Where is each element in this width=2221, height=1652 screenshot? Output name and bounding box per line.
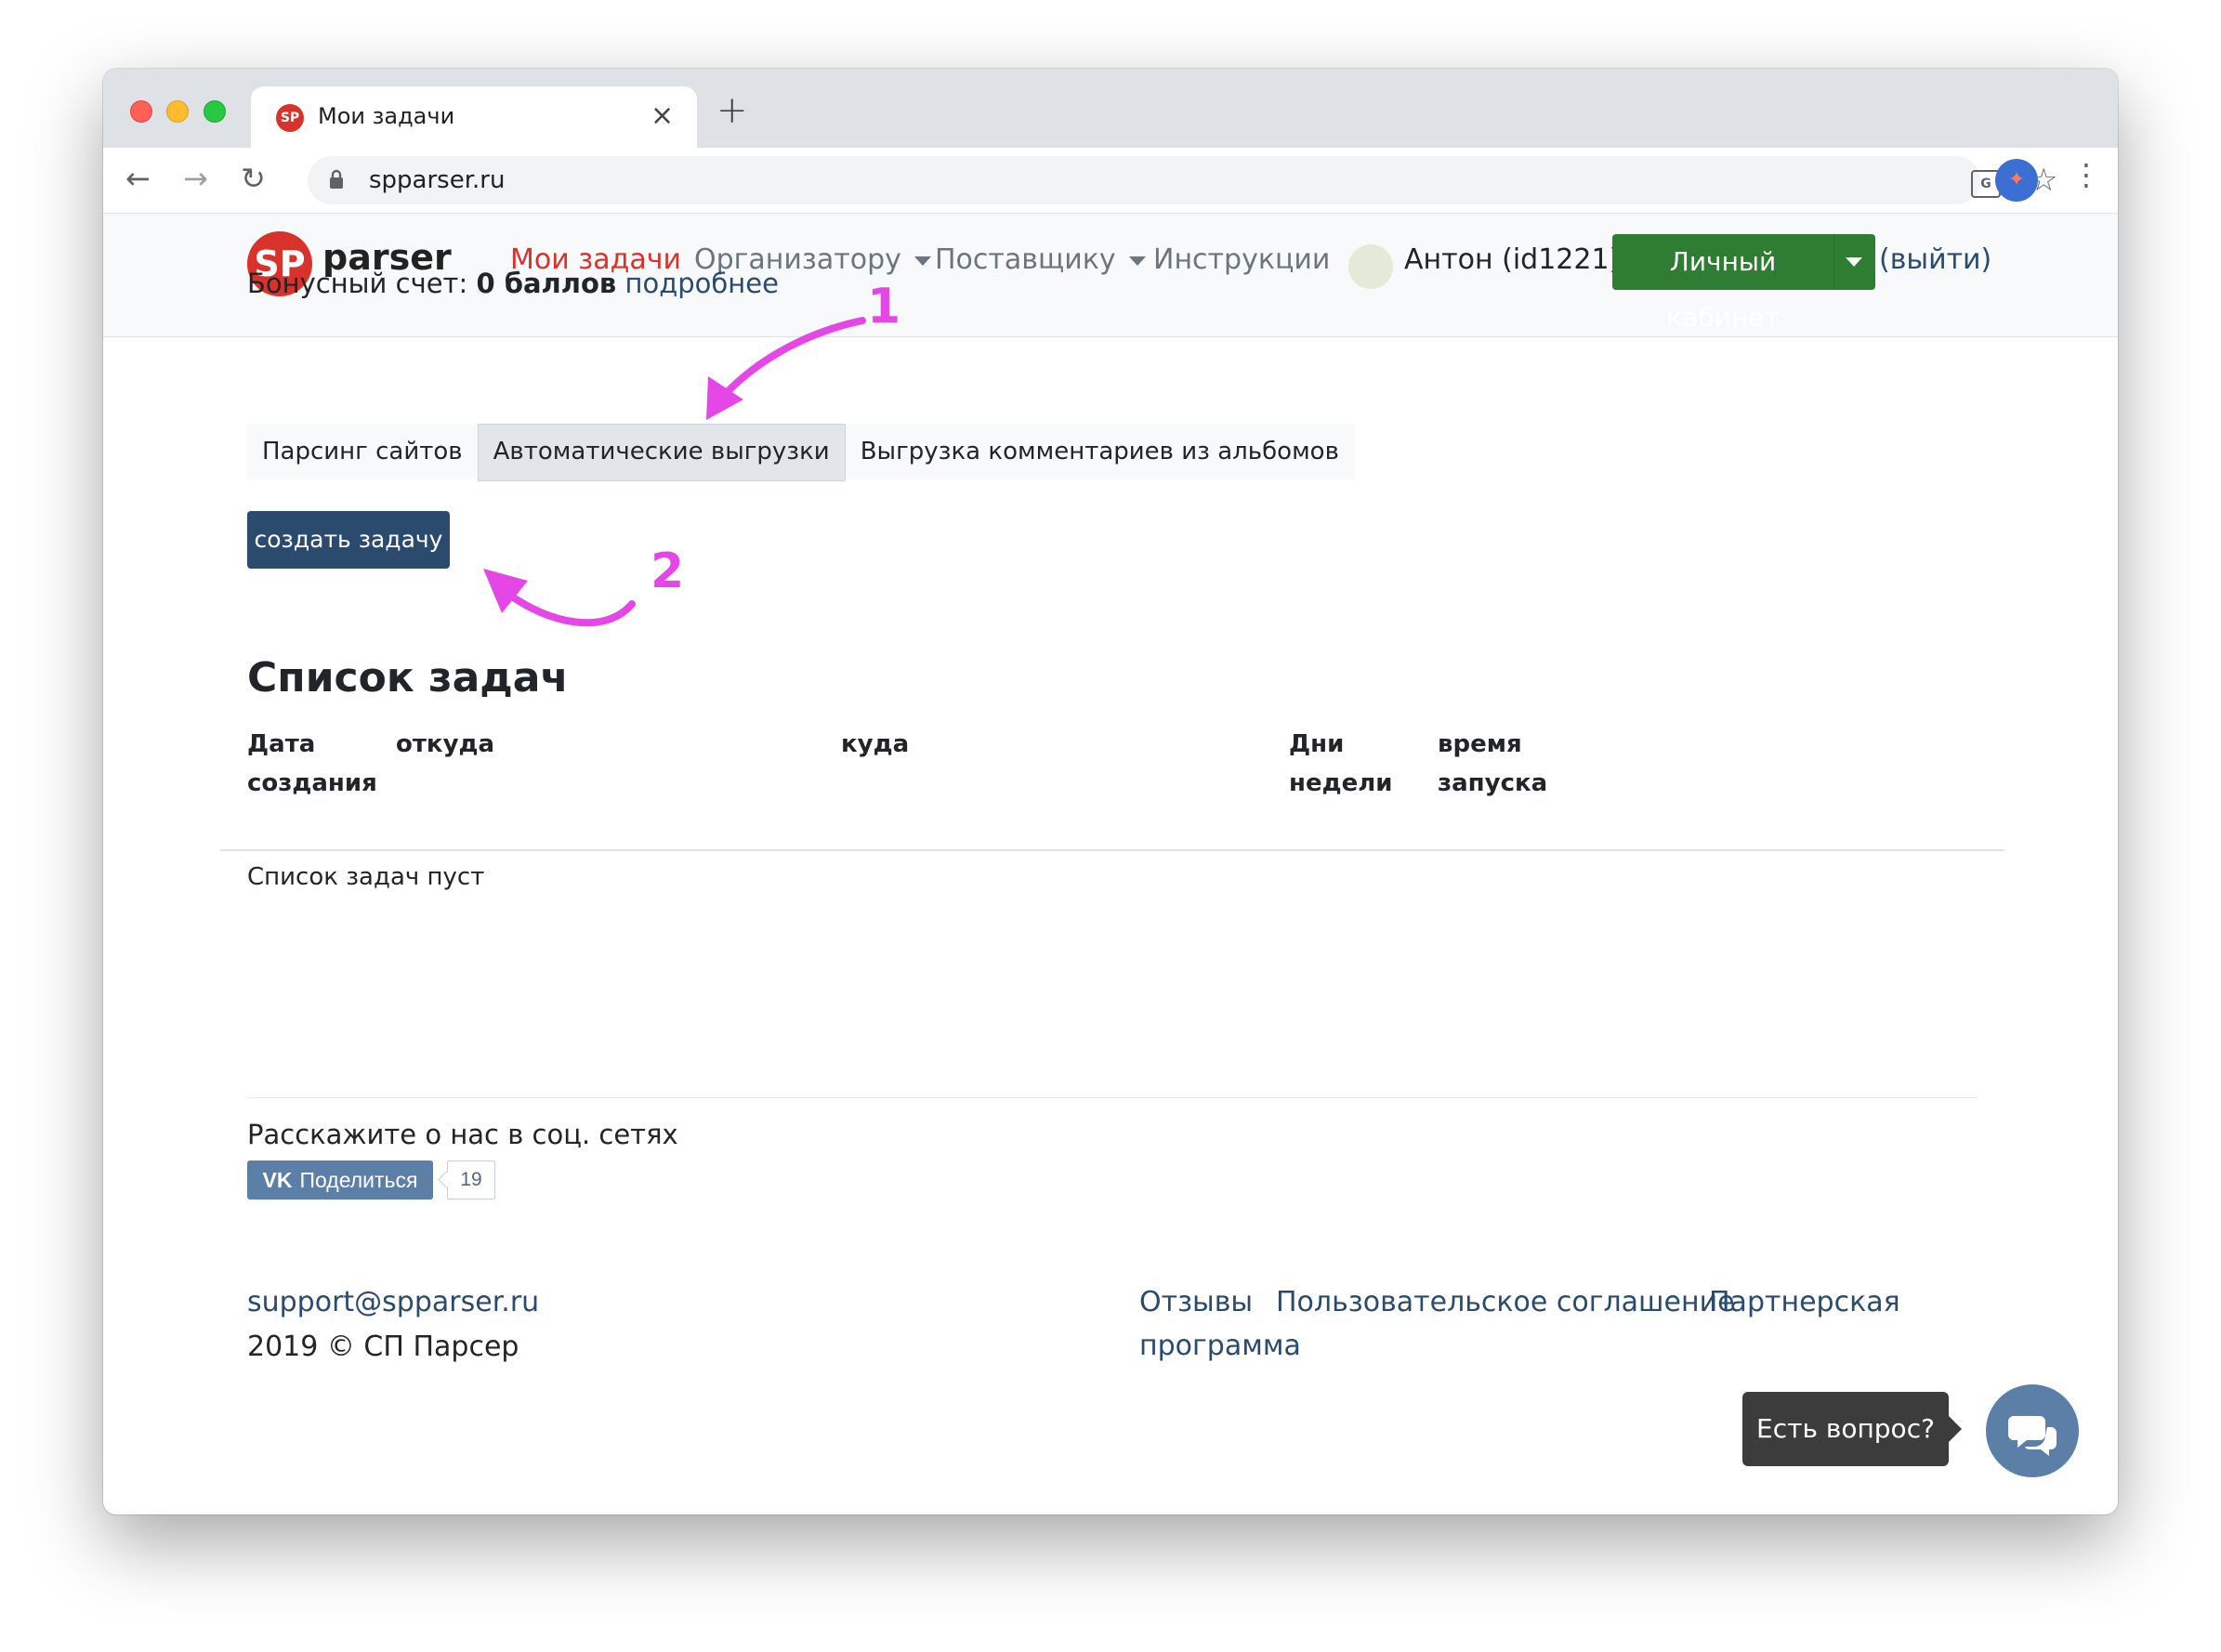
nav-instructions[interactable]: Инструкции	[1153, 243, 1330, 276]
reload-icon[interactable]: ↻	[241, 161, 266, 196]
annotation-1: 1	[867, 279, 901, 334]
task-type-tabs: Парсинг сайтов Автоматические выгрузки В…	[247, 424, 1354, 481]
logout-link[interactable]: (выйти)	[1879, 243, 1991, 276]
user-avatar	[1348, 244, 1393, 289]
column-header-start-time: время запуска	[1438, 730, 1548, 797]
divider	[103, 336, 2118, 337]
browser-toolbar: ← → ↻ spparser.ru G ☆ ✦ ⋮	[103, 148, 2118, 214]
vk-share-count: 19	[447, 1160, 495, 1200]
close-icon[interactable]: ×	[651, 99, 674, 132]
cabinet-dropdown-toggle[interactable]	[1833, 234, 1875, 290]
browser-menu-icon[interactable]: ⋮	[2071, 157, 2101, 192]
chat-prompt-bubble[interactable]: Есть вопрос?	[1742, 1392, 1962, 1466]
column-header-from: откуда	[396, 730, 495, 758]
window-close-button[interactable]	[130, 100, 152, 123]
chevron-down-icon	[1128, 256, 1146, 266]
tab-site-parsing[interactable]: Парсинг сайтов	[247, 424, 478, 479]
footer-link-partner-cont[interactable]: программа	[1139, 1330, 1301, 1362]
chevron-down-icon	[1846, 257, 1862, 267]
forward-arrow-icon[interactable]: →	[183, 161, 208, 196]
footer-link-reviews[interactable]: Отзывы	[1139, 1286, 1253, 1318]
browser-tab-title: Мои задачи	[318, 103, 455, 129]
new-tab-button[interactable]: +	[716, 89, 748, 132]
table-divider	[220, 849, 2004, 851]
task-list-title: Список задач	[247, 654, 569, 701]
chat-bubbles-icon	[2008, 1416, 2057, 1456]
vk-share-label: Поделиться	[299, 1168, 418, 1192]
chat-button[interactable]	[1986, 1384, 2079, 1477]
annotation-2: 2	[651, 544, 685, 599]
create-task-button[interactable]: создать задачу	[247, 511, 450, 569]
window-minimize-button[interactable]	[166, 100, 189, 123]
lock-icon	[329, 169, 344, 194]
tab-auto-uploads[interactable]: Автоматические выгрузки	[477, 424, 846, 481]
user-greeting: Антон (id1221)!	[1404, 243, 1632, 276]
bonus-account: Бонусный счет: 0 баллов подробнее	[247, 268, 779, 299]
share-prompt: Расскажите о нас в соц. сетях	[247, 1119, 678, 1150]
browser-window: SP Мои задачи × + ← → ↻ spparser.ru G ☆ …	[103, 69, 2118, 1514]
bonus-value: 0 баллов	[476, 268, 617, 299]
footer-link-partner[interactable]: Партнерская	[1709, 1286, 1900, 1318]
column-header-to: куда	[841, 730, 910, 758]
back-arrow-icon[interactable]: ←	[125, 161, 151, 196]
footer-link-agreement[interactable]: Пользовательское соглашение	[1276, 1286, 1735, 1318]
browser-tabstrip: SP Мои задачи × +	[103, 69, 2118, 148]
bonus-more-link[interactable]: подробнее	[625, 268, 779, 299]
bonus-label: Бонусный счет:	[247, 268, 477, 299]
browser-tab[interactable]: SP Мои задачи ×	[251, 86, 697, 148]
nav-supplier-label: Поставщику	[935, 243, 1116, 276]
window-zoom-button[interactable]	[204, 100, 226, 123]
chevron-down-icon	[913, 256, 931, 266]
empty-list-message: Список задач пуст	[247, 863, 485, 891]
favicon-icon: SP	[276, 104, 304, 132]
address-bar[interactable]: spparser.ru G ☆	[308, 156, 2057, 204]
vk-share-button[interactable]: VK Поделиться	[247, 1160, 433, 1200]
vk-icon: VK	[262, 1168, 293, 1192]
column-header-created: Дата создания	[247, 730, 377, 797]
tab-album-comments[interactable]: Выгрузка комментариев из альбомов	[846, 424, 1354, 479]
personal-cabinet-button[interactable]: Личный кабинет	[1612, 234, 1833, 333]
copyright-text: 2019 © СП Парсер	[247, 1331, 519, 1363]
support-email-link[interactable]: support@spparser.ru	[247, 1286, 539, 1318]
profile-avatar-icon[interactable]: ✦	[1995, 159, 2038, 202]
nav-supplier[interactable]: Поставщику	[935, 243, 1146, 276]
footer-divider	[247, 1097, 1978, 1098]
url-text[interactable]: spparser.ru	[369, 166, 505, 194]
column-header-weekdays: Дни недели	[1289, 730, 1393, 797]
